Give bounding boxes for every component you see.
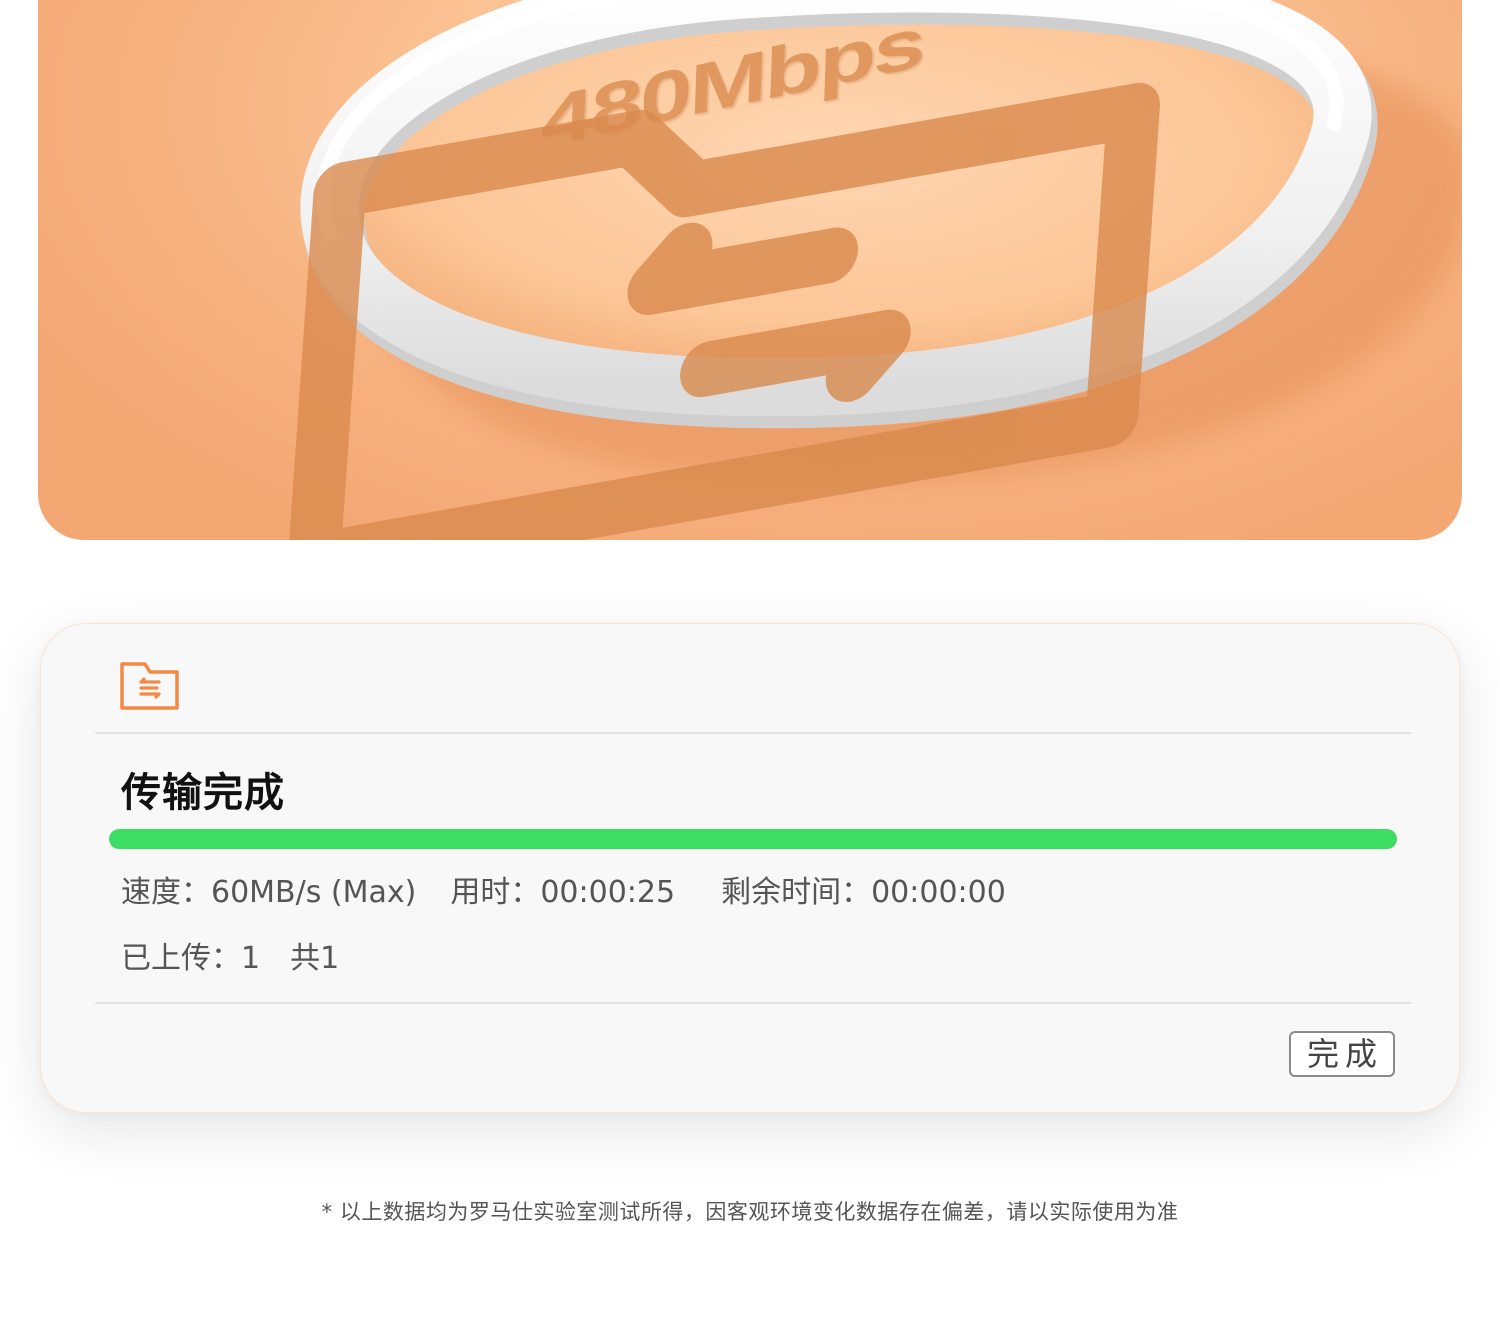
total-stat: 共1 [290,941,340,976]
elapsed-stat: 用时：00:00:25 [450,875,676,910]
uploaded-stat: 已上传：1 [121,941,261,976]
disclaimer-footnote: * 以上数据均为罗马仕实验室测试所得，因客观环境变化数据存在偏差，请以实际使用为… [321,1200,1179,1224]
divider [95,1002,1411,1004]
upload-count: 已上传：1 共1 [121,933,339,977]
done-button[interactable]: 完成 [1289,1031,1395,1077]
dialog-title: 传输完成 [121,770,285,816]
transfer-dialog: 传输完成 速度：60MB/s (Max) 用时：00:00:25 剩余时间：00:0… [40,623,1460,1113]
speed-stat: 速度：60MB/s (Max) [121,875,417,910]
divider [95,732,1411,734]
hero-image: 480Mbps [38,0,1462,540]
progress-fill [109,829,1397,849]
remaining-stat: 剩余时间：00:00:00 [721,875,1006,910]
transfer-stats: 速度：60MB/s (Max) 用时：00:00:25 剩余时间：00:00:00 [121,867,1006,911]
folder-transfer-icon [120,662,179,710]
folder-transfer-icon [287,82,1160,540]
progress-bar [109,829,1397,849]
